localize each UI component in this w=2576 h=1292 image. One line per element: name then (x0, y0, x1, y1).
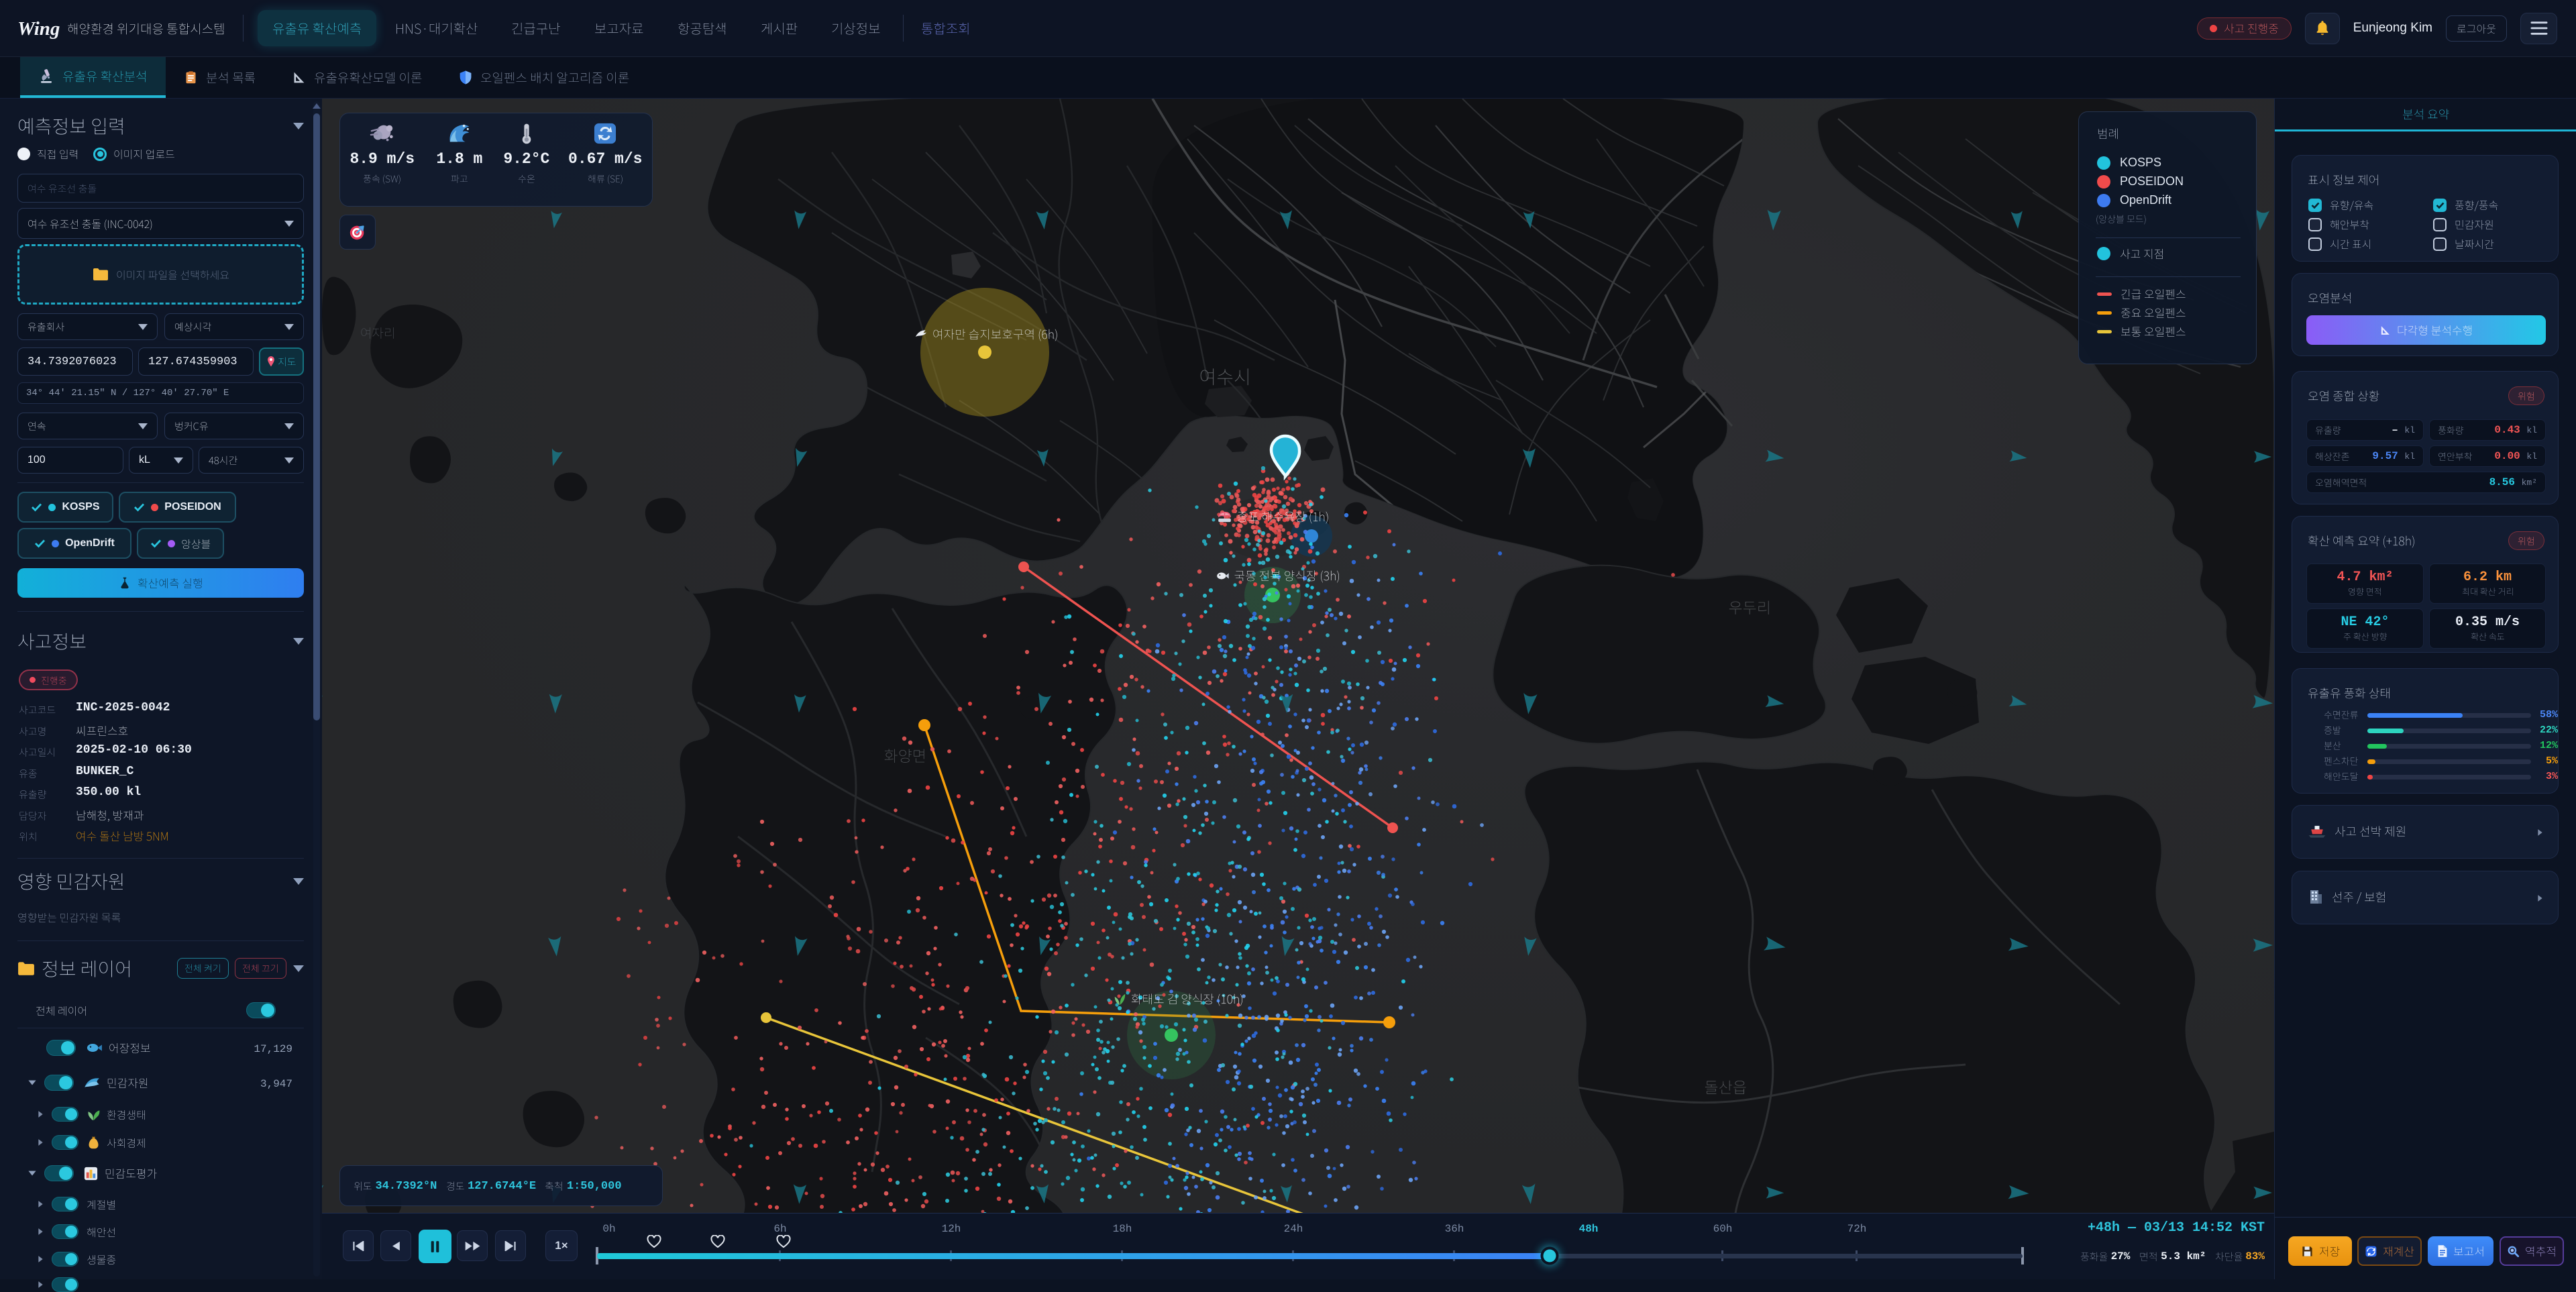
svg-text:Wing: Wing (17, 18, 60, 40)
